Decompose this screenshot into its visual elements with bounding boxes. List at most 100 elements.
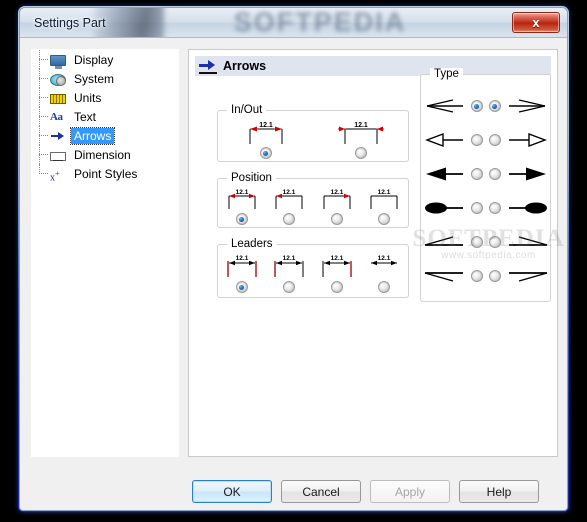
radio-position-right[interactable] xyxy=(330,213,343,225)
radio-leaders-left[interactable] xyxy=(283,281,296,293)
radio-leaders-none[interactable] xyxy=(378,281,391,293)
group-position: Position 12.1 12.1 12.1 12.1 xyxy=(217,172,409,228)
point-styles-icon: x+ xyxy=(50,168,60,183)
type-row-half-arrow-up xyxy=(421,225,550,259)
radio-type-half-arrow-down-left[interactable] xyxy=(470,270,483,282)
radio-type-half-arrow-down-right[interactable] xyxy=(488,270,501,282)
arrows-settings-panel: Arrows In/Out 12.1 12.1 Position 12.1 12… xyxy=(188,49,564,457)
option-leaders-left[interactable]: 12.1 xyxy=(266,245,314,293)
option-position-right[interactable]: 12.1 xyxy=(313,179,361,225)
half-arrow-down-right-icon xyxy=(508,272,547,282)
filled-triangle-left-icon xyxy=(425,167,463,181)
open-arrow-left-icon xyxy=(426,99,463,113)
cancel-button[interactable]: Cancel xyxy=(281,480,361,503)
radio-type-hollow-triangle-left[interactable] xyxy=(470,134,483,146)
option-leaders-both[interactable]: 12.1 xyxy=(218,245,266,293)
option-leaders-none[interactable]: 12.1 xyxy=(361,245,409,293)
settings-dialog-window: SOFTPEDIA Settings Part x Display System xyxy=(18,6,569,512)
radio-type-half-arrow-up-right[interactable] xyxy=(488,236,501,248)
sidebar-item-label: System xyxy=(74,71,115,86)
filled-ellipse-left-icon xyxy=(424,202,463,214)
page-title: Arrows xyxy=(223,59,267,73)
radio-position-both[interactable] xyxy=(235,213,248,225)
type-row-open-arrow xyxy=(421,89,550,123)
radio-arrows-inside[interactable] xyxy=(259,147,272,159)
sidebar-item-label: Point Styles xyxy=(74,166,138,181)
radio-type-filled-triangle-right[interactable] xyxy=(488,168,501,180)
type-row-filled-triangle xyxy=(421,157,550,191)
preview-dimension-value: 12.1 xyxy=(283,255,296,262)
ok-button[interactable]: OK xyxy=(192,480,272,503)
radio-type-hollow-triangle-right[interactable] xyxy=(488,134,501,146)
option-position-both[interactable]: 12.1 xyxy=(218,179,266,225)
radio-type-filled-ellipse-left[interactable] xyxy=(470,202,483,214)
option-leaders-right[interactable]: 12.1 xyxy=(313,245,361,293)
tree-connector xyxy=(39,126,50,145)
panel-header: Arrows xyxy=(195,56,551,76)
inout-options: 12.1 12.1 xyxy=(218,111,408,161)
type-options-grid xyxy=(421,89,550,293)
disc-icon xyxy=(50,74,66,86)
title-bar[interactable]: SOFTPEDIA Settings Part x xyxy=(20,8,567,38)
radio-leaders-right[interactable] xyxy=(330,281,343,293)
sidebar-item-system[interactable]: System xyxy=(32,69,178,88)
radio-position-left[interactable] xyxy=(283,213,296,225)
radio-type-open-arrow-right[interactable] xyxy=(488,100,501,112)
option-arrows-outside[interactable]: 12.1 xyxy=(313,111,408,159)
hollow-triangle-right-icon xyxy=(508,132,547,148)
tree-connector xyxy=(39,69,50,88)
group-type: Type SOFTPEDIA www.softpedia.com xyxy=(412,68,564,302)
leaders-options: 12.1 12.1 12.1 12.1 xyxy=(218,245,408,297)
sidebar-item-label: Arrows xyxy=(69,126,116,145)
preview-dimension-value: 12.1 xyxy=(378,189,391,196)
sidebar-item-text[interactable]: Aa Text xyxy=(32,107,178,126)
preview-dimension-value: 12.1 xyxy=(259,122,273,129)
sidebar-item-dimension[interactable]: Dimension xyxy=(32,145,178,164)
preview-leaders-right: 12.1 xyxy=(322,255,352,277)
help-button[interactable]: Help xyxy=(459,480,539,503)
radio-position-none[interactable] xyxy=(378,213,391,225)
radio-leaders-both[interactable] xyxy=(235,281,248,293)
tree-connector xyxy=(39,107,50,126)
group-inout: In/Out 12.1 12.1 xyxy=(217,104,409,162)
radio-type-filled-triangle-left[interactable] xyxy=(470,168,483,180)
type-row-filled-ellipse xyxy=(421,191,550,225)
preview-leaders-left: 12.1 xyxy=(274,255,304,277)
sidebar-item-arrows[interactable]: Arrows xyxy=(32,126,178,145)
monitor-icon xyxy=(50,55,66,69)
option-arrows-inside[interactable]: 12.1 xyxy=(218,111,313,159)
half-arrow-up-left-icon xyxy=(424,236,463,246)
arrow-icon xyxy=(199,59,217,74)
preview-leaders-none: 12.1 xyxy=(371,255,398,266)
sidebar-item-units[interactable]: Units xyxy=(32,88,178,107)
option-position-none[interactable]: 12.1 xyxy=(361,179,409,225)
sidebar-item-display[interactable]: Display xyxy=(32,50,178,69)
window-title: Settings Part xyxy=(34,16,106,30)
preview-arrows-outside: 12.1 xyxy=(337,122,384,144)
preview-position-left: 12.1 xyxy=(275,189,303,209)
close-button[interactable]: x xyxy=(512,12,560,33)
preview-dimension-value: 12.1 xyxy=(235,255,248,262)
radio-type-open-arrow-left[interactable] xyxy=(470,100,483,112)
open-arrow-right-icon xyxy=(508,99,545,113)
option-position-left[interactable]: 12.1 xyxy=(266,179,314,225)
close-icon: x xyxy=(532,15,540,30)
dialog-body: Display System Units Aa Text Arrows Dime… xyxy=(20,38,567,510)
type-row-hollow-triangle xyxy=(421,123,550,157)
position-options: 12.1 12.1 12.1 12.1 xyxy=(218,179,408,227)
radio-arrows-outside[interactable] xyxy=(354,147,367,159)
dialog-button-bar: OK Cancel Apply Help xyxy=(20,480,567,503)
group-type-title: Type xyxy=(430,68,463,80)
filled-ellipse-right-icon xyxy=(508,202,547,214)
hollow-triangle-left-icon xyxy=(424,132,463,148)
preview-leaders-both: 12.1 xyxy=(227,255,257,277)
radio-type-filled-ellipse-right[interactable] xyxy=(488,202,501,214)
radio-type-half-arrow-up-left[interactable] xyxy=(470,236,483,248)
preview-position-right: 12.1 xyxy=(323,189,351,209)
arrow-icon xyxy=(50,128,66,144)
type-row-half-arrow-down xyxy=(421,259,550,293)
sidebar-item-label: Display xyxy=(74,52,114,67)
preview-dimension-value: 12.1 xyxy=(354,122,368,129)
sidebar-item-point-styles[interactable]: x+ Point Styles xyxy=(32,164,178,183)
preview-dimension-value: 12.1 xyxy=(283,189,296,196)
